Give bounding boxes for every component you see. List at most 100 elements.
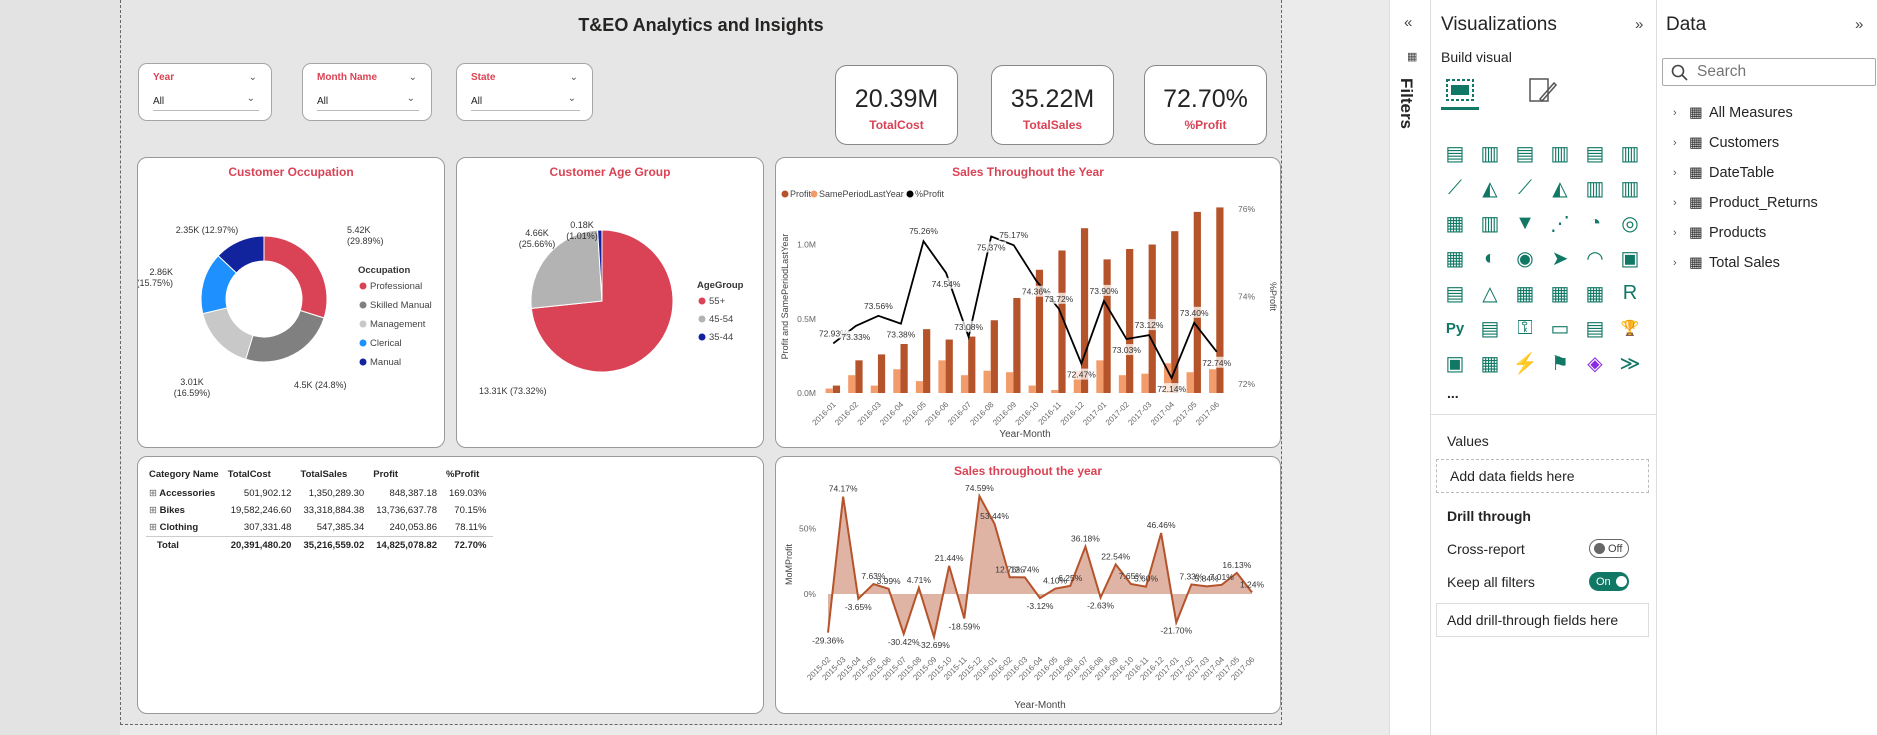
sales-throughout-year-visual[interactable]: Sales Throughout the Year Profit SamePeri… — [775, 157, 1281, 448]
filters-label[interactable]: Filters — [1396, 78, 1416, 129]
visual-type-icon[interactable]: ▤ — [1442, 280, 1468, 306]
legend-item[interactable]: Profit — [790, 189, 812, 199]
visual-type-icon[interactable]: 🏆 — [1617, 315, 1643, 341]
profit-bar[interactable] — [832, 385, 841, 393]
same-period-bar[interactable] — [1186, 372, 1194, 393]
legend-item[interactable]: 45-54 — [709, 314, 733, 325]
profit-bar[interactable] — [1080, 228, 1089, 393]
visual-type-icon[interactable]: ▥ — [1477, 210, 1503, 236]
legend-item[interactable]: %Profit — [915, 189, 945, 199]
profit-bar[interactable] — [990, 320, 998, 393]
column-header[interactable]: TotalCost — [225, 466, 298, 485]
expand-icon[interactable]: ⊞ — [149, 522, 157, 533]
legend-item[interactable]: 55+ — [709, 296, 726, 307]
customer-occupation-visual[interactable]: Customer Occupation 5.42K (29.89%) 4.5K (2… — [137, 157, 445, 448]
row-label[interactable]: ⊞ Clothing — [146, 519, 225, 537]
month-dropdown[interactable]: All ⌄ — [317, 91, 419, 111]
visual-type-icon[interactable]: ▤ — [1512, 140, 1538, 166]
same-period-bar[interactable] — [1096, 360, 1104, 393]
table-row[interactable]: ⊞ Clothing 307,331.48 547,385.34 240,053… — [146, 519, 493, 537]
visual-type-icon[interactable]: ◭ — [1547, 175, 1573, 201]
legend-item[interactable]: SamePeriodLastYear — [819, 189, 904, 199]
add-drill-through-well[interactable]: Add drill-through fields here — [1436, 603, 1649, 637]
mom-line[interactable] — [827, 492, 1253, 641]
visual-type-icon[interactable]: ◎ — [1617, 210, 1643, 236]
profit-bar[interactable] — [1148, 244, 1156, 393]
data-search-box[interactable] — [1662, 58, 1876, 86]
visual-type-icon[interactable]: Py — [1442, 315, 1468, 341]
legend-item[interactable]: Clerical — [370, 338, 402, 349]
profit-bar[interactable] — [923, 329, 931, 393]
visual-type-icon[interactable]: ◈ — [1582, 350, 1608, 376]
same-period-bar[interactable] — [893, 369, 901, 393]
donut-slice[interactable] — [245, 309, 325, 363]
visual-type-icon[interactable]: ◔ — [1582, 210, 1608, 236]
profit-bar[interactable] — [1013, 297, 1021, 393]
expand-icon[interactable]: ⊞ — [149, 505, 157, 516]
chevron-right-icon[interactable]: › — [1673, 167, 1689, 179]
visual-type-icon[interactable]: ⚑ — [1547, 350, 1573, 376]
expand-icon[interactable]: ⊞ — [149, 488, 157, 499]
year-dropdown[interactable]: All ⌄ — [153, 91, 259, 111]
chevron-right-icon[interactable]: › — [1673, 257, 1689, 269]
add-data-fields-well[interactable]: Add data fields here — [1436, 459, 1649, 493]
visual-type-icon[interactable]: ▦ — [1477, 350, 1503, 376]
kpi-card-totalcost[interactable]: 20.39M TotalCost — [835, 65, 958, 145]
expand-right-icon[interactable]: » — [1855, 16, 1863, 33]
kpi-card-profit-percent[interactable]: 72.70% %Profit — [1144, 65, 1267, 145]
visual-type-icon[interactable]: ▥ — [1547, 140, 1573, 166]
visual-type-icon[interactable]: ▥ — [1617, 175, 1643, 201]
profit-bar[interactable] — [968, 336, 976, 393]
table-row[interactable]: ⊞ Accessories 501,902.12 1,350,289.30 84… — [146, 485, 493, 502]
visual-type-icon[interactable]: ▦ — [1512, 280, 1538, 306]
expand-right-icon[interactable]: » — [1635, 16, 1643, 33]
visual-type-icon[interactable]: ⋰ — [1547, 210, 1573, 236]
visual-type-icon[interactable]: ▦ — [1442, 210, 1468, 236]
chevron-down-icon[interactable]: ⌄ — [570, 72, 578, 83]
visual-type-icon[interactable]: R — [1617, 280, 1643, 306]
visual-type-icon[interactable]: ▤ — [1582, 140, 1608, 166]
visual-type-icon[interactable]: ◉ — [1512, 245, 1538, 271]
same-period-bar[interactable] — [915, 381, 924, 393]
donut-slice[interactable] — [202, 307, 254, 360]
month-slicer[interactable]: Month Name ⌄ All ⌄ — [302, 63, 432, 121]
visual-type-icon[interactable]: ▣ — [1617, 245, 1643, 271]
profit-bar[interactable] — [1126, 248, 1134, 393]
table-row[interactable]: ⊞ Bikes 19,582,246.60 33,318,884.38 13,7… — [146, 502, 493, 519]
visual-type-icon[interactable]: ⟋ — [1442, 175, 1468, 201]
visual-type-icon[interactable]: ▦ — [1547, 280, 1573, 306]
category-matrix-visual[interactable]: Category Name TotalCost TotalSales Profi… — [137, 456, 764, 714]
mom-profit-visual[interactable]: Sales throughout the year 0% 50% MoMProfit… — [775, 456, 1281, 714]
visual-type-icon[interactable]: ▣ — [1442, 350, 1468, 376]
cross-report-toggle[interactable]: Off — [1589, 539, 1629, 558]
profit-bar[interactable] — [900, 344, 908, 393]
visual-type-icon[interactable]: ➤ — [1547, 245, 1573, 271]
keep-filters-toggle[interactable]: On — [1589, 572, 1629, 591]
legend-item[interactable]: Management — [370, 319, 426, 330]
chevron-right-icon[interactable]: › — [1673, 137, 1689, 149]
visual-type-icon[interactable]: ⚡ — [1512, 350, 1538, 376]
visual-type-icon[interactable]: ▤ — [1582, 315, 1608, 341]
kpi-card-totalsales[interactable]: 35.22M TotalSales — [991, 65, 1114, 145]
filter-icon[interactable]: ▦ — [1407, 50, 1417, 63]
column-header[interactable]: %Profit — [443, 466, 493, 485]
visual-type-icon[interactable]: ◭ — [1477, 175, 1503, 201]
customer-age-group-visual[interactable]: Customer Age Group 13.31K (73.32%) 4.66K(… — [456, 157, 764, 448]
same-period-bar[interactable] — [848, 375, 856, 393]
same-period-bar[interactable] — [1006, 372, 1014, 393]
same-period-bar[interactable] — [983, 370, 991, 393]
same-period-bar[interactable] — [1141, 373, 1149, 393]
chevron-right-icon[interactable]: › — [1673, 197, 1689, 209]
format-visual-tab[interactable] — [1526, 75, 1560, 107]
visual-type-icon[interactable]: ▼ — [1512, 210, 1538, 236]
visual-type-icon[interactable]: ▦ — [1442, 245, 1468, 271]
column-header[interactable]: Category Name — [146, 466, 225, 485]
visual-type-icon[interactable]: ▥ — [1617, 140, 1643, 166]
same-period-bar[interactable] — [1209, 369, 1217, 393]
field-table-item[interactable]: › ▦ Total Sales — [1673, 252, 1780, 274]
chevron-down-icon[interactable]: ⌄ — [409, 72, 417, 83]
field-table-item[interactable]: › ▦ Product_Returns — [1673, 192, 1818, 214]
same-period-bar[interactable] — [825, 388, 833, 393]
visual-type-icon[interactable]: △ — [1477, 280, 1503, 306]
visual-type-icon[interactable]: ▤ — [1442, 140, 1468, 166]
